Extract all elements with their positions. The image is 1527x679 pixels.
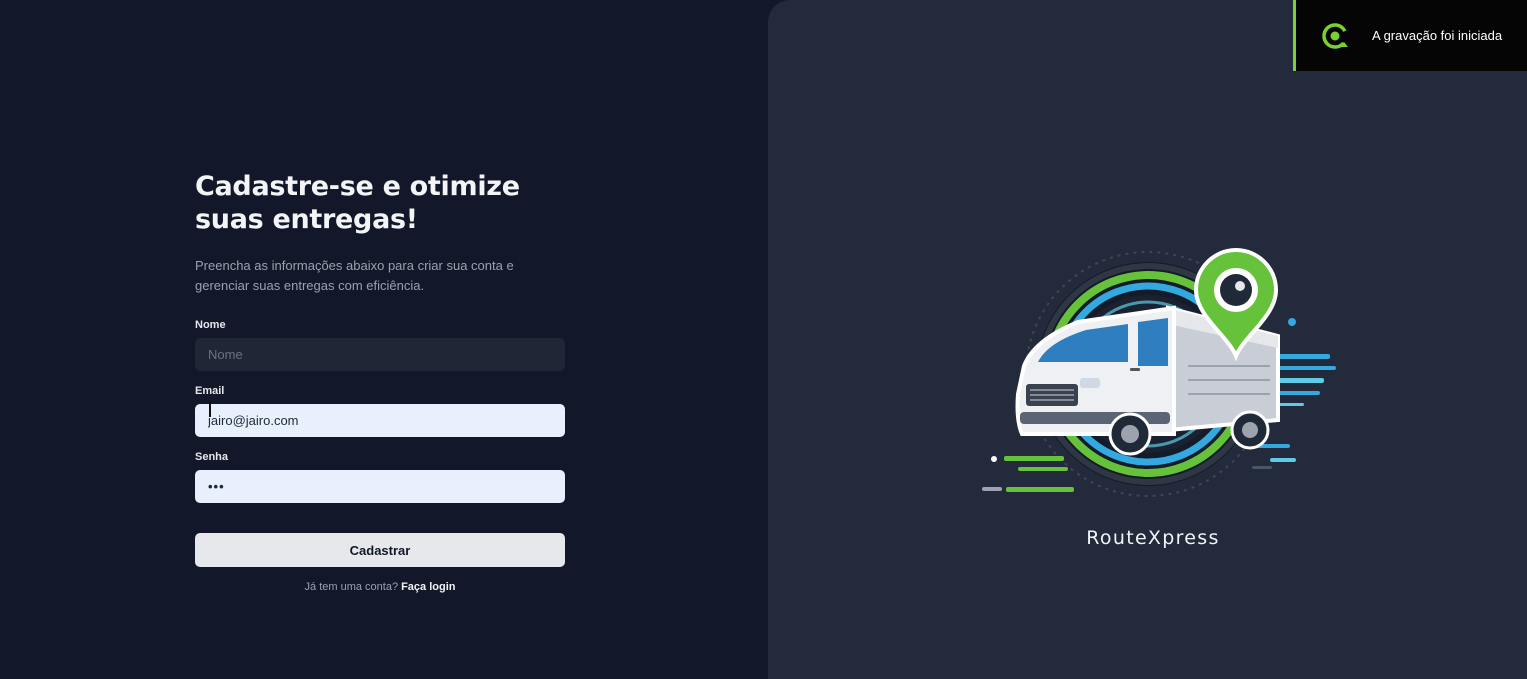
- name-label: Nome: [195, 319, 226, 331]
- login-prompt-text: Já tem uma conta?: [304, 581, 399, 593]
- password-input[interactable]: [195, 470, 565, 503]
- email-label: Email: [195, 385, 225, 397]
- signup-form: Cadastre-se e otimize suas entregas! Pre…: [195, 170, 565, 593]
- title-line-1: Cadastre-se e otimize: [195, 171, 520, 202]
- recording-toast-text: A gravação foi iniciada: [1372, 28, 1503, 43]
- email-input[interactable]: [195, 404, 565, 437]
- signup-button[interactable]: Cadastrar: [195, 533, 565, 567]
- login-link[interactable]: Faça login: [401, 581, 455, 593]
- recording-toast: A gravação foi iniciada: [1293, 0, 1527, 71]
- title-line-2: suas entregas!: [195, 204, 418, 235]
- subtitle-line-1: Preencha as informações abaixo para cria…: [195, 258, 514, 273]
- signup-panel: Cadastre-se e otimize suas entregas! Pre…: [0, 0, 768, 679]
- password-label: Senha: [195, 451, 229, 463]
- delivery-truck-location-pin-icon: [982, 247, 1336, 497]
- subtitle-line-2: gerenciar suas entregas com eficiência.: [195, 278, 425, 293]
- login-prompt: Já tem uma conta? Faça login: [195, 581, 565, 593]
- brand-name: RouteXpress: [1086, 527, 1220, 549]
- text-cursor: [209, 401, 211, 417]
- page-subtitle: Preencha as informações abaixo para cria…: [195, 256, 545, 296]
- recording-icon: [1322, 23, 1348, 49]
- page-title: Cadastre-se e otimize suas entregas!: [195, 170, 565, 236]
- name-input[interactable]: [195, 338, 565, 371]
